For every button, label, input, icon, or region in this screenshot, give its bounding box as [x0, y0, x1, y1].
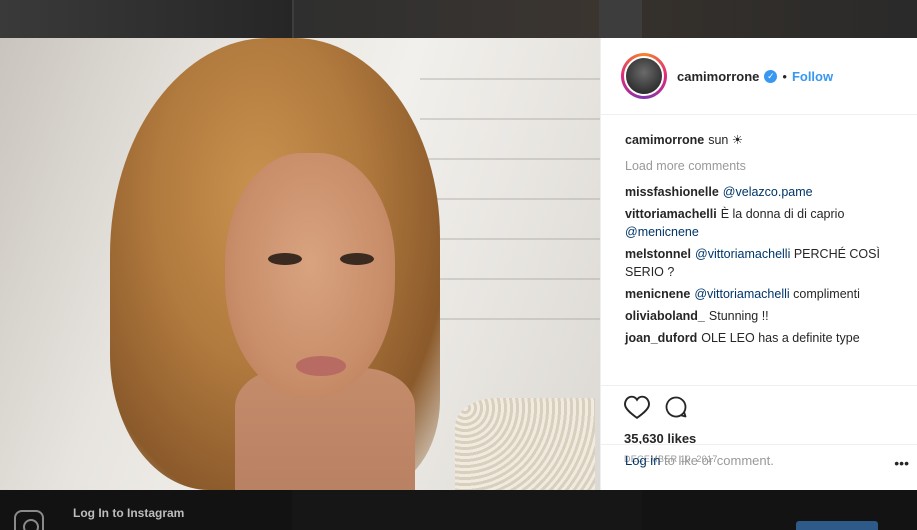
comment-author[interactable]: missfashionelle — [625, 185, 719, 199]
load-more-comments-link[interactable]: Load more comments — [625, 157, 897, 175]
comment-mention[interactable]: @velazco.pame — [723, 185, 813, 199]
background-thumbnail — [642, 0, 917, 38]
instagram-logo-icon[interactable] — [14, 510, 44, 530]
avatar[interactable] — [621, 53, 667, 99]
comment-item: joan_duford OLE LEO has a definite type — [625, 329, 897, 347]
comment-author[interactable]: vittoriamachelli — [625, 207, 717, 221]
comment-item: menicnene @vittoriamachelli complimenti — [625, 285, 897, 303]
comment-text: È la donna di di caprio — [720, 207, 845, 221]
comment-author[interactable]: joan_duford — [625, 331, 697, 345]
separator-dot: • — [782, 68, 787, 84]
comment-mention[interactable]: @vittoriamachelli — [695, 247, 790, 261]
login-banner-text[interactable]: Log In to Instagram — [73, 506, 184, 520]
caption-text: sun ☀ — [708, 133, 744, 147]
follow-button[interactable]: Follow — [792, 69, 833, 84]
background-thumbnail — [0, 0, 292, 38]
post-header: camimorrone ✓ • Follow — [601, 38, 917, 115]
comment-author[interactable]: oliviaboland_ — [625, 309, 705, 323]
comment-author[interactable]: melstonnel — [625, 247, 691, 261]
comment-item: melstonnel @vittoriamachelli PERCHÉ COSÌ … — [625, 245, 897, 281]
comment-text: OLE LEO has a definite type — [701, 331, 860, 345]
comment-list[interactable]: camimorrone sun ☀ Load more comments miss… — [601, 115, 917, 385]
login-link[interactable]: Log in — [625, 453, 660, 468]
more-options-icon[interactable]: ••• — [894, 455, 909, 471]
comment-item: vittoriamachelli È la donna di di caprio … — [625, 205, 897, 241]
login-prompt: Log in to like or comment. ••• — [601, 444, 917, 490]
post-photo — [0, 38, 600, 490]
comment-mention[interactable]: @menicnene — [625, 225, 699, 239]
heart-icon[interactable] — [624, 395, 650, 424]
background-thumbnail — [294, 0, 599, 38]
comment-text: complimenti — [793, 287, 860, 301]
post-modal: camimorrone ✓ • Follow camimorrone sun ☀ … — [0, 38, 917, 490]
login-prompt-text: to like or comment. — [664, 453, 774, 468]
post-username[interactable]: camimorrone — [677, 69, 759, 84]
comment-item: missfashionelle @velazco.pame — [625, 183, 897, 201]
post-caption: camimorrone sun ☀ — [625, 131, 897, 149]
post-side-panel: camimorrone ✓ • Follow camimorrone sun ☀ … — [600, 38, 917, 490]
verified-badge-icon: ✓ — [764, 69, 778, 83]
comment-icon[interactable] — [664, 395, 688, 424]
comment-text: Stunning !! — [708, 309, 769, 323]
comment-item: oliviaboland_ Stunning !! — [625, 307, 897, 325]
comment-mention[interactable]: @vittoriamachelli — [694, 287, 789, 301]
comment-author[interactable]: menicnene — [625, 287, 690, 301]
login-banner-button[interactable] — [796, 521, 878, 530]
caption-author[interactable]: camimorrone — [625, 133, 704, 147]
